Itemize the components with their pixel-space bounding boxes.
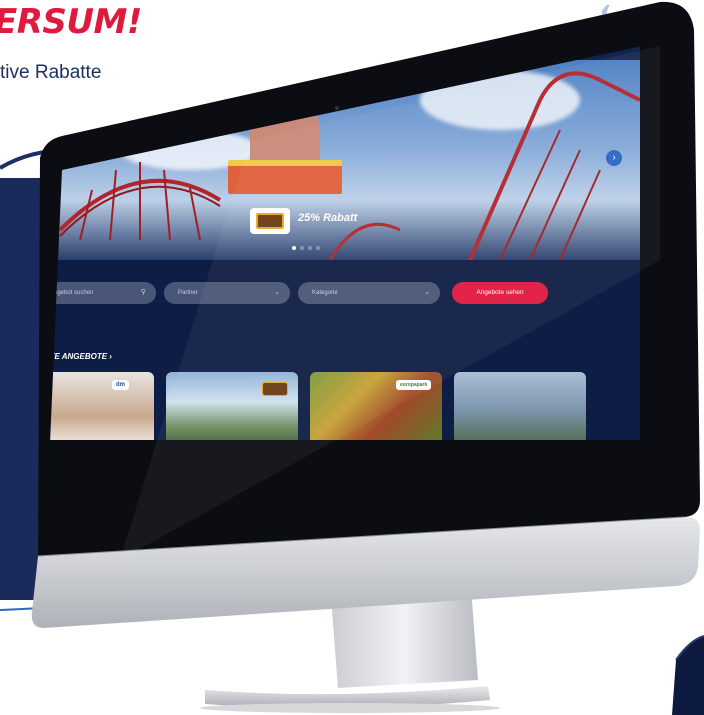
phone-corner: [672, 635, 704, 715]
